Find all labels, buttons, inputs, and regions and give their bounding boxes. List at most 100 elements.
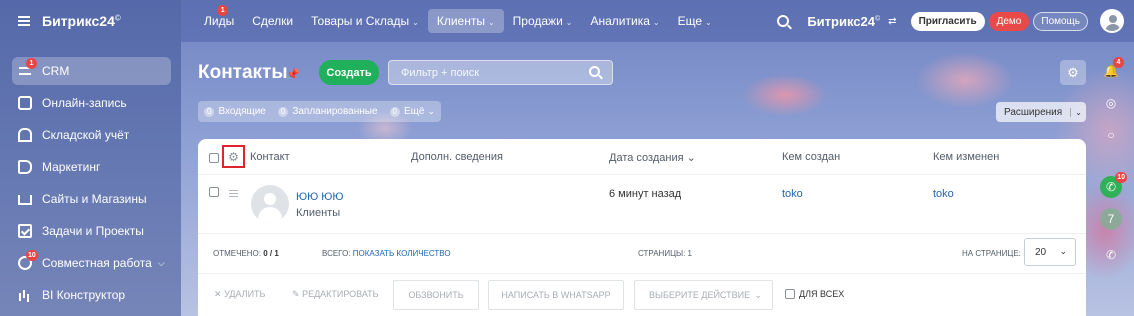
sidebar-item-label: Маркетинг [42, 160, 101, 174]
chat-icon[interactable]: ○ [1100, 124, 1122, 146]
nav-more[interactable]: Еще ⌄ [669, 9, 721, 33]
show-count-link[interactable]: показать количество [353, 249, 451, 258]
nav-label: Сделки [252, 14, 294, 28]
top-right: Битрикс24© ⇄ Пригласить Демо Помощь [777, 0, 1134, 42]
chevron-down-icon: ⌄ [412, 18, 419, 27]
contact-name-link[interactable]: ЮЮ ЮЮ [296, 191, 344, 203]
sidebar-item-collaboration[interactable]: 10 Совместная работа ⌵ [12, 249, 171, 277]
grid-settings-gear-icon[interactable]: ⚙ [222, 145, 245, 168]
per-page-label: На странице: [962, 249, 1021, 258]
search-icon[interactable] [777, 15, 790, 27]
counter-label: Ещё [403, 106, 425, 117]
sidebar-item-sites[interactable]: Сайты и Магазины [12, 185, 171, 213]
search-icon[interactable] [589, 66, 600, 77]
sidebar-item-label: Сайты и Магазины [42, 192, 147, 206]
chevron-down-icon: ⌄ [1059, 246, 1067, 256]
per-page-select[interactable]: 20 ⌄ [1024, 238, 1076, 266]
sidebar-item-marketing[interactable]: Маркетинг [12, 153, 171, 181]
filter-box[interactable] [388, 60, 613, 85]
warehouse-icon [18, 128, 32, 142]
column-header-created-by[interactable]: Кем создан [782, 151, 840, 163]
contacts-grid: ⚙ Контакт Дополн. сведения Дата создания… [198, 139, 1086, 316]
counter-num: 0 [389, 106, 400, 117]
edit-label: Редактировать [302, 289, 379, 299]
per-page-value: 20 [1035, 246, 1047, 258]
pencil-icon: ✎ [292, 289, 300, 299]
logo-mark: © [114, 13, 121, 23]
nav-analytics[interactable]: Аналитика ⌄ [582, 9, 669, 33]
sidebar-item-label: Онлайн-запись [42, 96, 127, 110]
total-count: Всего: показать количество [322, 249, 451, 258]
copilot-icon[interactable]: 7 [1100, 208, 1122, 230]
sidebar-logo[interactable]: Битрикс24© [42, 13, 121, 29]
menu-icon[interactable] [18, 16, 30, 26]
top-logo[interactable]: Битрикс24© [807, 14, 880, 29]
contact-avatar [251, 185, 289, 223]
sidebar-item-crm[interactable]: 1 CRM [12, 57, 171, 85]
sidebar-item-tasks[interactable]: Задачи и Проекты [12, 217, 171, 245]
cart-icon [18, 195, 32, 205]
gear-icon[interactable]: ⚙ [1060, 60, 1086, 85]
whatsapp-button[interactable]: Написать в WhatsApp [488, 280, 624, 310]
counter-label: Входящие [218, 106, 266, 117]
marked-label: Отмечено: [213, 249, 261, 258]
delete-button[interactable]: ✕ Удалить [214, 289, 265, 300]
nav-label: Продажи [512, 14, 563, 28]
create-button[interactable]: Создать [319, 60, 379, 85]
call-button[interactable]: Обзвонить [393, 280, 479, 310]
bell-icon[interactable]: 🔔 4 [1100, 57, 1124, 82]
drag-handle-icon[interactable] [229, 190, 238, 197]
invite-button[interactable]: Пригласить [910, 11, 985, 31]
nav-label: Товары и Склады [311, 14, 410, 28]
sidebar-item-label: BI Конструктор [42, 288, 126, 302]
extensions-button[interactable]: Расширения ⌄ [996, 102, 1086, 122]
column-header-created[interactable]: Дата создания ⌄ [609, 151, 696, 164]
pulse-icon[interactable]: ◎ [1100, 92, 1122, 114]
edit-button[interactable]: ✎ Редактировать [292, 289, 379, 300]
nav-leads[interactable]: 1 Лиды [195, 5, 243, 33]
header-divider [198, 174, 1086, 175]
calendar-icon [18, 96, 32, 110]
calls-badge: 10 [1115, 172, 1127, 183]
sidebar-item-warehouse[interactable]: Складской учёт [12, 121, 171, 149]
chevron-down-icon: ⌄ [1070, 107, 1082, 117]
choose-action-select[interactable]: Выберите действие ⌄ [634, 280, 773, 310]
nav-sales[interactable]: Продажи ⌄ [504, 9, 582, 33]
counter-incoming[interactable]: 0 Входящие [204, 106, 266, 117]
filter-input[interactable] [389, 61, 579, 84]
nav-clients[interactable]: Клиенты ⌄ [427, 9, 504, 33]
nav-deals[interactable]: Сделки [243, 9, 302, 33]
counter-more[interactable]: 0 Ещё ⌄ [389, 106, 435, 117]
choose-action-label: Выберите действие [649, 290, 751, 300]
column-header-modified-by[interactable]: Кем изменен [933, 151, 999, 163]
contact-created-by-link[interactable]: toko [782, 188, 803, 200]
demo-button[interactable]: Демо [988, 11, 1030, 31]
pin-icon[interactable]: 📌 [286, 68, 300, 81]
select-all-checkbox[interactable] [209, 153, 219, 163]
checkbox-icon [18, 224, 32, 238]
counter-num: 0 [277, 106, 289, 117]
column-header-contact[interactable]: Контакт [250, 151, 290, 163]
sidebar-item-online-booking[interactable]: Онлайн-запись [12, 89, 171, 117]
nav-products[interactable]: Товары и Склады ⌄ [302, 9, 428, 33]
help-button[interactable]: Помощь [1033, 11, 1088, 31]
notifications-badge: 4 [1113, 57, 1124, 68]
user-avatar[interactable] [1100, 9, 1124, 33]
phone-icon[interactable]: ✆ 10 [1100, 172, 1127, 198]
chevron-down-icon: ⌄ [487, 18, 495, 27]
for-all-checkbox[interactable] [785, 289, 795, 299]
pages-label: Страницы: [638, 249, 686, 258]
sidebar-item-bi[interactable]: BI Конструктор [12, 281, 171, 309]
counter-planned[interactable]: 0 Запланированные [277, 106, 378, 117]
nav-label: Клиенты [436, 14, 485, 28]
logo-mark: © [875, 15, 881, 23]
sidebar-item-label: Совместная работа [42, 256, 152, 270]
column-header-extra[interactable]: Дополн. сведения [411, 151, 503, 163]
top-bar: 1 Лиды Сделки Товары и Склады ⌄ Клиенты ⌄ … [181, 0, 1134, 42]
contact-modified-by-link[interactable]: toko [933, 188, 954, 200]
row-checkbox[interactable] [209, 187, 219, 197]
sidebar-item-label: Задачи и Проекты [42, 224, 144, 238]
sort-down-icon: ⌄ [686, 152, 696, 164]
phone-outline-icon[interactable]: ✆ [1100, 244, 1122, 266]
swap-icon[interactable]: ⇄ [888, 16, 896, 27]
